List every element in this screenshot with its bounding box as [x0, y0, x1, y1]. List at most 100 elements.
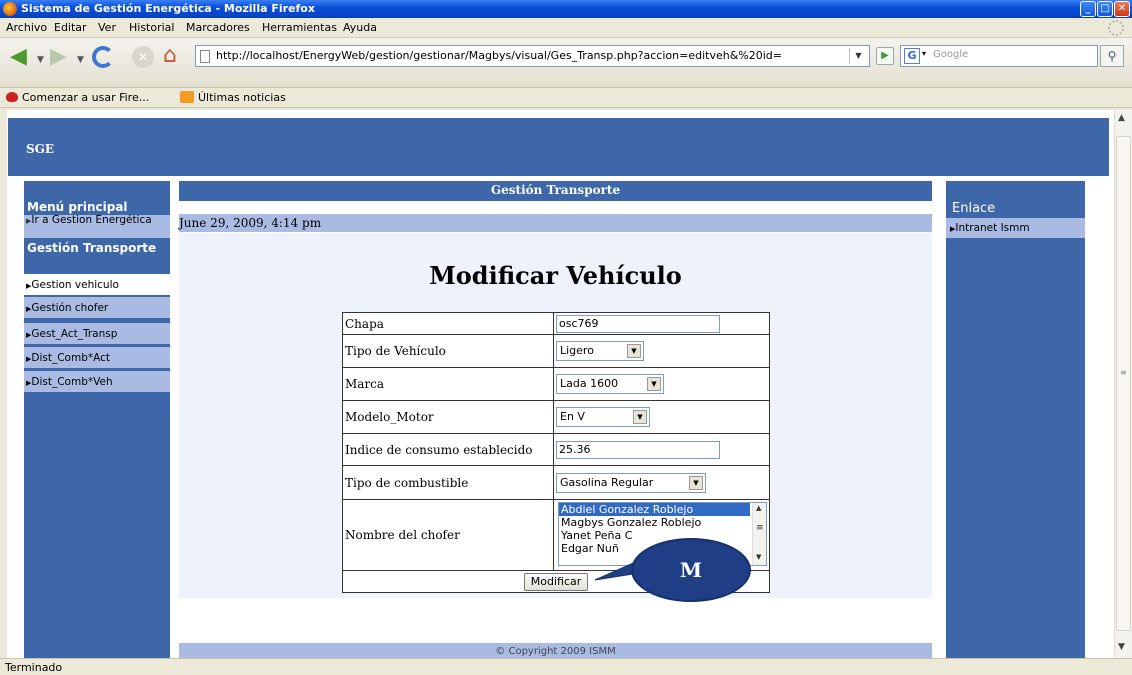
- menu-archivo[interactable]: Archivo: [6, 21, 47, 34]
- tipo-cell: Ligero ▼: [553, 334, 770, 368]
- status-text: Terminado: [5, 661, 63, 674]
- modelo-select-value: En V: [560, 410, 585, 423]
- marca-cell: Lada 1600 ▼: [553, 367, 770, 401]
- link-label: Intranet Ismm: [955, 222, 1030, 234]
- tipo-select[interactable]: Ligero ▼: [556, 341, 644, 361]
- menu-historial[interactable]: Historial: [129, 21, 174, 34]
- bookmark-getting-started[interactable]: Comenzar a usar Fire...: [6, 91, 149, 104]
- search-placeholder: Google: [933, 49, 969, 60]
- scroll-up-icon[interactable]: ▲: [756, 504, 761, 512]
- scroll-grip-icon: ≡: [1120, 368, 1127, 377]
- link-label: Ir a Gestion Energética: [31, 214, 152, 226]
- scroll-thumb[interactable]: [1116, 136, 1131, 631]
- modelo-label: Modelo_Motor: [342, 400, 554, 434]
- go-button[interactable]: ▶: [876, 47, 894, 65]
- chapa-cell: osc769: [553, 312, 770, 335]
- url-dropdown-icon[interactable]: ▼: [849, 48, 867, 64]
- transport-section-title: Gestión Transporte: [27, 241, 157, 255]
- sidebar-item-gestion-vehiculo[interactable]: ▶Gestion vehiculo: [24, 274, 170, 296]
- google-engine-icon[interactable]: G: [904, 48, 920, 64]
- list-item[interactable]: Yanet Peña C: [559, 529, 766, 542]
- link-gestion-energetica[interactable]: ▶Ir a Gestion Energética: [24, 215, 170, 238]
- bookmark-latest-news[interactable]: Últimas noticias: [180, 91, 286, 104]
- bookmark-label: Comenzar a usar Fire...: [22, 91, 150, 104]
- sidebar-item-label: Gest_Act_Transp: [31, 328, 118, 340]
- sidebar-item-label: Gestión chofer: [31, 302, 109, 314]
- date-bar: June 29, 2009, 4:14 pm: [179, 214, 932, 232]
- modelo-select[interactable]: En V ▼: [556, 407, 650, 427]
- list-item[interactable]: Abdiel Gonzalez Roblejo: [559, 503, 751, 517]
- sidebar-item-gestion-chofer[interactable]: ▶Gestión chofer: [24, 297, 170, 319]
- listbox-scrollbar[interactable]: ▲ ≡ ▼: [752, 503, 766, 565]
- close-button[interactable]: ✕: [1114, 1, 1130, 17]
- sidebar-item-label: Gestion vehiculo: [31, 279, 119, 291]
- modelo-cell: En V ▼: [553, 400, 770, 434]
- scroll-up-icon[interactable]: ▲: [1118, 113, 1125, 123]
- reload-icon[interactable]: [92, 46, 114, 68]
- chevron-down-icon: ▼: [633, 410, 647, 424]
- scroll-down-icon[interactable]: ▼: [756, 553, 761, 561]
- modificar-button[interactable]: Modificar: [523, 572, 589, 591]
- form-row-chapa: Chapa osc769: [342, 312, 770, 335]
- link-intranet-ismm[interactable]: ▶Intranet Ismm: [946, 218, 1085, 238]
- bookmarks-toolbar: Comenzar a usar Fire... Últimas noticias: [0, 88, 1132, 108]
- chapa-input[interactable]: osc769: [556, 314, 720, 333]
- main-menu-title: Menú principal: [27, 200, 128, 214]
- chevron-down-icon: ▼: [627, 344, 641, 358]
- site-title: SGE: [26, 142, 55, 156]
- menu-bar: Archivo Editar Ver Historial Marcadores …: [0, 18, 1132, 38]
- menu-ayuda[interactable]: Ayuda: [343, 21, 377, 34]
- indice-input[interactable]: 25.36: [556, 440, 720, 459]
- page-footer: © Copyright 2009 ISMM: [179, 643, 932, 658]
- menu-marcadores[interactable]: Marcadores: [186, 21, 250, 34]
- page-viewport: SGE Menú principal ▶Ir a Gestion Energét…: [7, 110, 1114, 658]
- chofer-label: Nombre del chofer: [342, 499, 554, 571]
- scroll-down-icon[interactable]: ▼: [1118, 642, 1125, 652]
- chevron-down-icon: ▼: [647, 377, 661, 391]
- tipo-select-value: Ligero: [560, 344, 594, 357]
- list-item[interactable]: Magbys Gonzalez Roblejo: [559, 516, 766, 529]
- page-title: Modificar Vehículo: [429, 261, 682, 290]
- main-content: Gestión Transporte June 29, 2009, 4:14 p…: [179, 181, 932, 658]
- status-bar: Terminado: [0, 658, 1132, 675]
- callout-bubble: M: [631, 538, 751, 602]
- tipo-label: Tipo de Vehículo: [342, 334, 554, 368]
- bookmark-label: Últimas noticias: [198, 91, 286, 104]
- form-row-combustible: Tipo de combustible Gasolina Regular ▼: [342, 465, 770, 500]
- stop-icon[interactable]: ✕: [132, 46, 154, 68]
- forward-arrow-icon[interactable]: ▶: [50, 44, 67, 70]
- navigation-toolbar: ◀ ▼ ▶ ▼ ✕ ⌂ http://localhost/EnergyWeb/g…: [0, 38, 1132, 88]
- menu-ver[interactable]: Ver: [98, 21, 116, 34]
- links-title: Enlace: [952, 201, 996, 216]
- combustible-select[interactable]: Gasolina Regular ▼: [556, 472, 706, 493]
- home-icon[interactable]: ⌂: [163, 43, 177, 68]
- page-scrollbar[interactable]: ▲ ≡ ▼: [1114, 110, 1132, 658]
- rss-feed-icon: [180, 91, 194, 103]
- scroll-grip-icon[interactable]: ≡: [756, 523, 764, 533]
- marca-select[interactable]: Lada 1600 ▼: [556, 374, 664, 394]
- search-engine-dropdown-icon[interactable]: ▾: [922, 49, 926, 58]
- search-icon[interactable]: ⚲: [1100, 45, 1124, 67]
- firefox-icon: [3, 2, 17, 16]
- sidebar-item-gest-act-transp[interactable]: ▶Gest_Act_Transp: [24, 323, 170, 345]
- back-arrow-icon[interactable]: ◀: [10, 44, 27, 70]
- back-history-dropdown-icon[interactable]: ▼: [37, 55, 44, 65]
- combustible-label: Tipo de combustible: [342, 465, 554, 500]
- menu-herramientas[interactable]: Herramientas: [262, 21, 337, 34]
- url-bar[interactable]: http://localhost/EnergyWeb/gestion/gesti…: [195, 45, 870, 67]
- sidebar-item-dist-comb-veh[interactable]: ▶Dist_Comb*Veh: [24, 371, 170, 393]
- throbber-icon: [1108, 20, 1124, 36]
- page-icon: [200, 50, 210, 63]
- left-sidebar: Menú principal ▶Ir a Gestion Energética …: [24, 181, 170, 658]
- minimize-button[interactable]: _: [1080, 1, 1096, 17]
- maximize-button[interactable]: □: [1097, 1, 1113, 17]
- form-row-indice: Indice de consumo establecido 25.36: [342, 433, 770, 466]
- window-title-bar[interactable]: Sistema de Gestión Energética - Mozilla …: [0, 0, 1132, 18]
- url-text[interactable]: http://localhost/EnergyWeb/gestion/gesti…: [216, 49, 816, 62]
- form-row-modelo: Modelo_Motor En V ▼: [342, 400, 770, 434]
- sidebar-item-label: Dist_Comb*Veh: [31, 376, 113, 388]
- search-box[interactable]: G ▾ Google: [900, 45, 1098, 67]
- forward-history-dropdown-icon[interactable]: ▼: [77, 55, 84, 65]
- sidebar-item-dist-comb-act[interactable]: ▶Dist_Comb*Act: [24, 347, 170, 369]
- menu-editar[interactable]: Editar: [54, 21, 87, 34]
